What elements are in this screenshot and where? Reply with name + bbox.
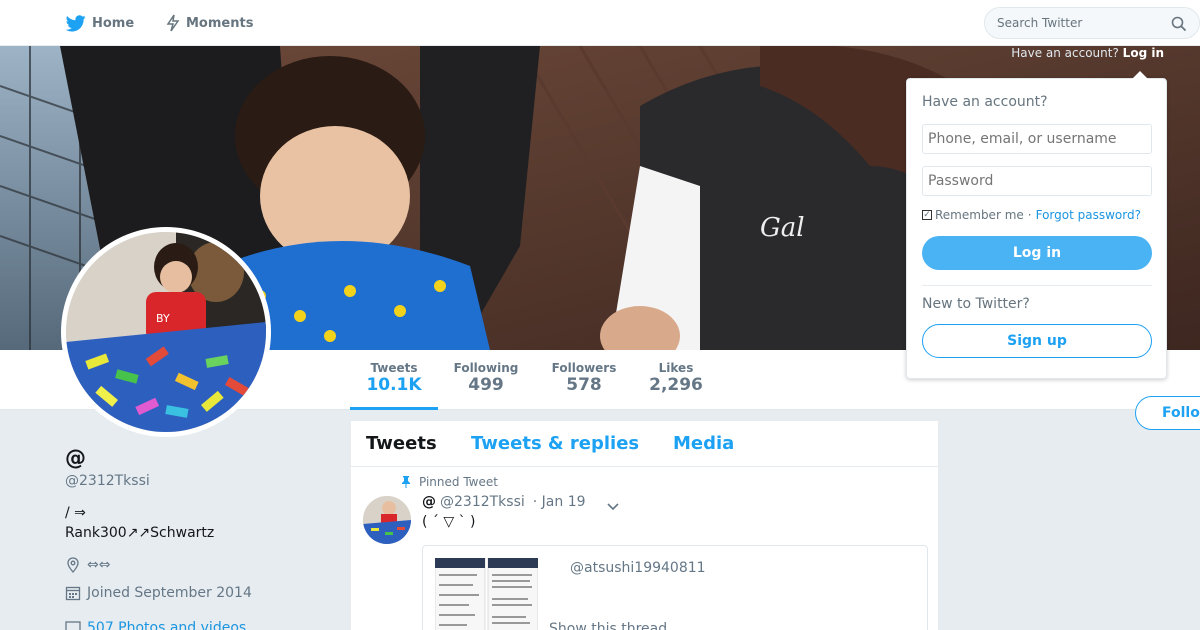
profile-location: ⇔⇔ xyxy=(65,557,110,573)
photo-icon xyxy=(65,621,81,630)
top-navigation: Home Moments Search Twitter xyxy=(0,0,1200,46)
pin-icon xyxy=(401,476,411,488)
tweet-date[interactable]: · Jan 19 xyxy=(533,494,586,510)
pinned-tweet-label: Pinned Tweet xyxy=(401,475,498,489)
twitter-bird-icon xyxy=(66,14,86,32)
lightning-icon xyxy=(166,14,180,32)
username-field[interactable] xyxy=(922,124,1152,154)
new-to-twitter-label: New to Twitter? xyxy=(922,296,1030,312)
calendar-icon xyxy=(65,585,81,601)
nav-home[interactable]: Home xyxy=(66,0,134,46)
stat-tweets[interactable]: Tweets 10.1K xyxy=(350,350,438,410)
pinned-tweet-text: Pinned Tweet xyxy=(419,475,498,489)
location-pin-icon xyxy=(65,557,81,573)
stat-likes[interactable]: Likes 2,296 xyxy=(640,350,712,410)
stat-following[interactable]: Following 499 xyxy=(448,350,524,410)
banner-login-hint-prefix: Have an account? xyxy=(1011,46,1119,60)
tweet-text: ( ´ ▽ ` ) xyxy=(422,514,476,530)
tab-media[interactable]: Media xyxy=(673,433,734,454)
profile-bio-line-2: Rank300↗↗Schwartz xyxy=(65,525,215,541)
remember-me-row: ✓ Remember me · Forgot password? xyxy=(922,208,1141,222)
svg-text:Gal: Gal xyxy=(760,213,805,243)
stat-followers-value: 578 xyxy=(566,375,602,395)
tweet-author-name[interactable]: @ xyxy=(422,494,436,510)
tweet-avatar[interactable] xyxy=(363,496,411,544)
banner-login-hint: Have an account? Log in xyxy=(1011,46,1164,60)
search-placeholder: Search Twitter xyxy=(997,16,1083,30)
quoted-tweet-card[interactable]: @atsushi19940811 Show this thread xyxy=(422,545,928,630)
profile-photos-link[interactable]: 507 Photos and videos xyxy=(65,620,246,630)
profile-name[interactable]: @ xyxy=(65,446,86,470)
profile-location-text: ⇔⇔ xyxy=(87,557,111,573)
stat-likes-label: Likes xyxy=(658,361,694,375)
login-dropdown-title: Have an account? xyxy=(922,94,1048,110)
signup-button[interactable]: Sign up xyxy=(922,324,1152,358)
timeline: Tweets Tweets & replies Media Pinned Twe… xyxy=(350,420,939,630)
stat-following-label: Following xyxy=(453,361,519,375)
stat-likes-value: 2,296 xyxy=(649,375,703,395)
nav-moments[interactable]: Moments xyxy=(166,0,253,46)
stat-followers[interactable]: Followers 578 xyxy=(546,350,622,410)
login-divider xyxy=(922,285,1152,286)
tweet-header: @ @2312Tkssi · Jan 19 xyxy=(422,494,586,510)
quoted-tweet-thumbnail xyxy=(434,557,539,630)
stat-tweets-label: Tweets xyxy=(370,361,418,375)
quoted-tweet-user[interactable]: @atsushi19940811 xyxy=(570,560,706,576)
login-dropdown: Have an account? ✓ Remember me · Forgot … xyxy=(906,71,1167,379)
profile-joined: Joined September 2014 xyxy=(65,585,252,601)
profile-photos-text: 507 Photos and videos xyxy=(87,620,247,630)
nav-moments-label: Moments xyxy=(186,15,254,31)
tweet-author-handle[interactable]: @2312Tkssi xyxy=(440,494,525,510)
profile-joined-text: Joined September 2014 xyxy=(87,585,252,601)
nav-home-label: Home xyxy=(92,15,135,31)
stat-following-value: 499 xyxy=(468,375,504,395)
chevron-down-icon[interactable] xyxy=(606,497,620,516)
password-field[interactable] xyxy=(922,166,1152,196)
avatar[interactable]: BY xyxy=(61,227,271,437)
remember-me-label[interactable]: Remember me xyxy=(935,208,1024,222)
login-button[interactable]: Log in xyxy=(922,236,1152,270)
search-icon[interactable] xyxy=(1171,16,1187,35)
profile-bio-line-1: / ⇒ xyxy=(65,505,86,521)
stat-tweets-value: 10.1K xyxy=(366,375,422,395)
search-input[interactable]: Search Twitter xyxy=(984,7,1200,39)
follow-button[interactable]: Follow xyxy=(1135,396,1200,430)
remember-forgot-separator: · xyxy=(1027,208,1032,222)
tab-tweets[interactable]: Tweets xyxy=(366,433,437,454)
profile-handle[interactable]: @2312Tkssi xyxy=(65,473,150,489)
svg-text:BY: BY xyxy=(156,312,170,325)
remember-me-checkbox[interactable]: ✓ xyxy=(922,210,932,220)
banner-login-link[interactable]: Log in xyxy=(1123,46,1164,60)
show-thread-link[interactable]: Show this thread xyxy=(549,621,667,630)
tab-tweets-and-replies[interactable]: Tweets & replies xyxy=(471,433,639,454)
stat-followers-label: Followers xyxy=(551,361,617,375)
forgot-password-link[interactable]: Forgot password? xyxy=(1036,208,1141,222)
timeline-tabs: Tweets Tweets & replies Media xyxy=(351,421,938,467)
